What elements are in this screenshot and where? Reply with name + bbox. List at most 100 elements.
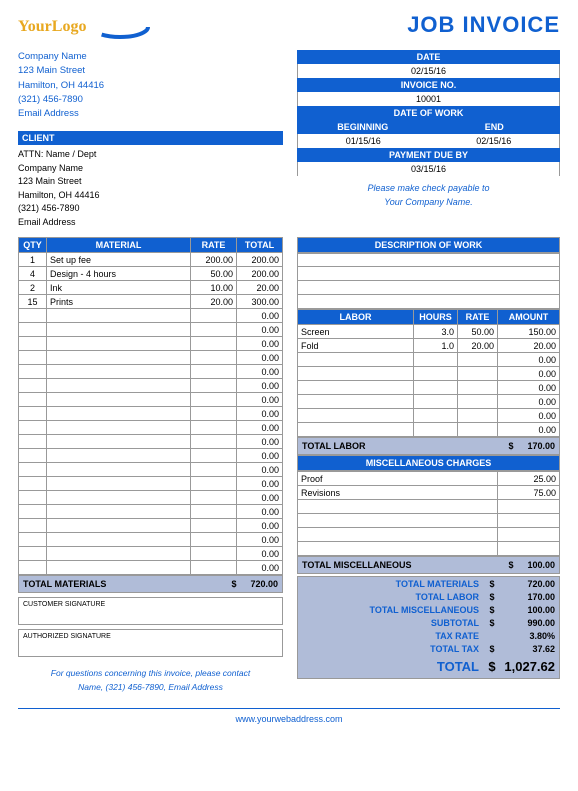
list-item bbox=[297, 267, 560, 281]
swoosh-icon bbox=[90, 12, 170, 42]
company-phone: (321) 456-7890 bbox=[18, 93, 283, 107]
table-row: Fold1.020.0020.00 bbox=[298, 339, 560, 353]
logo-text: YourLogo bbox=[18, 18, 86, 36]
end-header: END bbox=[429, 120, 561, 134]
table-row: 0.00 bbox=[19, 561, 283, 575]
table-row: 0.00 bbox=[298, 353, 560, 367]
table-row bbox=[298, 542, 560, 556]
date-of-work-header: DATE OF WORK bbox=[297, 106, 560, 120]
client-email: Email Address bbox=[18, 216, 283, 230]
authorized-signature: AUTHORIZED SIGNATURE bbox=[18, 629, 283, 657]
invoice-no-value: 10001 bbox=[297, 92, 560, 106]
col-total: TOTAL bbox=[237, 238, 283, 253]
table-row: 0.00 bbox=[19, 379, 283, 393]
date-header: DATE bbox=[297, 50, 560, 64]
table-row: 0.00 bbox=[19, 519, 283, 533]
payable-note: Please make check payable to Your Compan… bbox=[297, 176, 560, 215]
company-city: Hamilton, OH 44416 bbox=[18, 79, 283, 93]
table-row: 0.00 bbox=[19, 449, 283, 463]
summary-taxrate: 3.80% bbox=[499, 631, 555, 641]
company-info: Company Name 123 Main Street Hamilton, O… bbox=[18, 50, 283, 121]
payment-due-header: PAYMENT DUE BY bbox=[297, 148, 560, 162]
table-row bbox=[298, 514, 560, 528]
col-labor: LABOR bbox=[298, 310, 414, 325]
table-row: Screen3.050.00150.00 bbox=[298, 325, 560, 339]
table-row: Proof25.00 bbox=[298, 472, 560, 486]
col-rate: RATE bbox=[191, 238, 237, 253]
total-misc-bar: TOTAL MISCELLANEOUS $100.00 bbox=[297, 556, 560, 574]
table-row: 0.00 bbox=[19, 491, 283, 505]
table-row: 1Set up fee200.00200.00 bbox=[19, 253, 283, 267]
client-header: CLIENT bbox=[18, 131, 283, 145]
table-row: 0.00 bbox=[19, 435, 283, 449]
table-row: 0.00 bbox=[19, 533, 283, 547]
total-labor-value: 170.00 bbox=[527, 441, 555, 451]
header: YourLogo JOB INVOICE bbox=[18, 12, 560, 42]
page-title: JOB INVOICE bbox=[407, 12, 560, 38]
client-city: Hamilton, OH 44416 bbox=[18, 189, 283, 203]
col-material: MATERIAL bbox=[47, 238, 191, 253]
misc-header: MISCELLANEOUS CHARGES bbox=[297, 455, 560, 471]
table-row: 0.00 bbox=[19, 477, 283, 491]
table-row: 0.00 bbox=[19, 463, 283, 477]
list-item bbox=[297, 295, 560, 309]
list-item bbox=[297, 253, 560, 267]
total-labor-label: TOTAL LABOR bbox=[302, 441, 366, 451]
summary-subtotal: 990.00 bbox=[499, 618, 555, 628]
footer-url: www.yourwebaddress.com bbox=[18, 708, 560, 724]
table-row: 4Design - 4 hours50.00200.00 bbox=[19, 267, 283, 281]
table-row: 0.00 bbox=[19, 337, 283, 351]
table-row: 0.00 bbox=[19, 309, 283, 323]
total-misc-label: TOTAL MISCELLANEOUS bbox=[302, 560, 412, 570]
customer-signature: CUSTOMER SIGNATURE bbox=[18, 597, 283, 625]
table-row: 0.00 bbox=[298, 395, 560, 409]
table-row: 0.00 bbox=[19, 393, 283, 407]
client-attn: ATTN: Name / Dept bbox=[18, 148, 283, 162]
table-row bbox=[298, 528, 560, 542]
payment-due-value: 03/15/16 bbox=[297, 162, 560, 176]
table-row: 0.00 bbox=[19, 505, 283, 519]
table-row: 0.00 bbox=[19, 365, 283, 379]
summary-materials: 720.00 bbox=[499, 579, 555, 589]
table-row: 0.00 bbox=[19, 421, 283, 435]
client-info: ATTN: Name / Dept Company Name 123 Main … bbox=[18, 145, 283, 235]
client-street: 123 Main Street bbox=[18, 175, 283, 189]
table-row: 0.00 bbox=[298, 409, 560, 423]
summary-total: 1,027.62 bbox=[499, 659, 555, 674]
col-amount: AMOUNT bbox=[498, 310, 560, 325]
table-row: 0.00 bbox=[19, 407, 283, 421]
end-value: 02/15/16 bbox=[429, 134, 560, 148]
list-item bbox=[297, 281, 560, 295]
total-materials-bar: TOTAL MATERIALS $720.00 bbox=[18, 575, 283, 593]
table-row: 0.00 bbox=[19, 351, 283, 365]
client-phone: (321) 456-7890 bbox=[18, 202, 283, 216]
contact-note: For questions concerning this invoice, p… bbox=[18, 667, 283, 694]
materials-table: QTY MATERIAL RATE TOTAL 1Set up fee200.0… bbox=[18, 237, 283, 575]
table-row: 0.00 bbox=[298, 381, 560, 395]
beginning-header: BEGINNING bbox=[297, 120, 429, 134]
client-name: Company Name bbox=[18, 162, 283, 176]
total-misc-value: 100.00 bbox=[527, 560, 555, 570]
table-row: Revisions75.00 bbox=[298, 486, 560, 500]
date-value: 02/15/16 bbox=[297, 64, 560, 78]
summary-misc: 100.00 bbox=[499, 605, 555, 615]
col-labor-rate: RATE bbox=[458, 310, 498, 325]
table-row: 2Ink10.0020.00 bbox=[19, 281, 283, 295]
misc-table: Proof25.00Revisions75.00 bbox=[297, 471, 560, 556]
company-name: Company Name bbox=[18, 50, 283, 64]
col-qty: QTY bbox=[19, 238, 47, 253]
description-header: DESCRIPTION OF WORK bbox=[297, 237, 560, 253]
total-labor-bar: TOTAL LABOR $170.00 bbox=[297, 437, 560, 455]
table-row: 15Prints20.00300.00 bbox=[19, 295, 283, 309]
summary-box: TOTAL MATERIALS$720.00 TOTAL LABOR$170.0… bbox=[297, 576, 560, 679]
total-materials-label: TOTAL MATERIALS bbox=[23, 579, 106, 589]
beginning-value: 01/15/16 bbox=[298, 134, 429, 148]
summary-labor: 170.00 bbox=[499, 592, 555, 602]
invoice-no-header: INVOICE NO. bbox=[297, 78, 560, 92]
table-row: 0.00 bbox=[298, 423, 560, 437]
labor-table: LABOR HOURS RATE AMOUNT Screen3.050.0015… bbox=[297, 309, 560, 437]
summary-tax: 37.62 bbox=[499, 644, 555, 654]
total-materials-value: 720.00 bbox=[250, 579, 278, 589]
company-street: 123 Main Street bbox=[18, 64, 283, 78]
table-row: 0.00 bbox=[19, 547, 283, 561]
